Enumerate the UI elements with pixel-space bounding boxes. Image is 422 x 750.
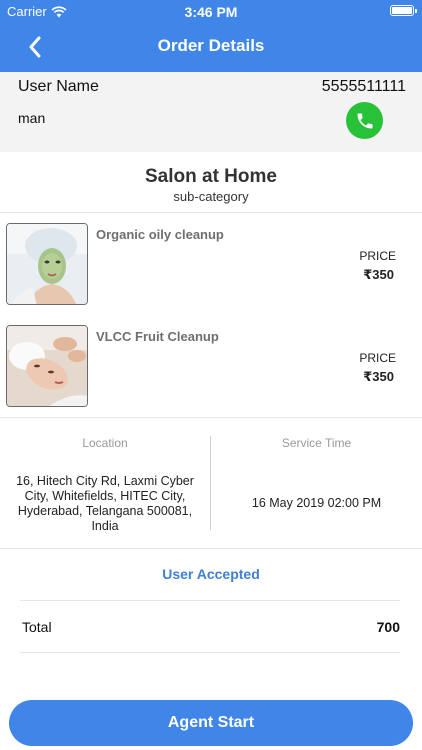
divider bbox=[20, 600, 400, 601]
item-image bbox=[6, 223, 88, 305]
location-address: 16, Hitech City Rd, Laxmi Cyber City, Wh… bbox=[0, 474, 210, 534]
divider bbox=[0, 212, 422, 213]
category-subtitle: sub-category bbox=[173, 189, 249, 204]
location-section: Location 16, Hitech City Rd, Laxmi Cyber… bbox=[0, 418, 210, 548]
nav-bar: Order Details bbox=[0, 22, 422, 72]
category-title: Salon at Home bbox=[145, 166, 277, 187]
list-item[interactable]: VLCC Fruit Cleanup PRICE ₹350 bbox=[0, 325, 422, 409]
battery-group bbox=[390, 5, 417, 16]
chevron-left-icon bbox=[29, 36, 41, 58]
total-value: 700 bbox=[376, 619, 400, 635]
item-name: Organic oily cleanup bbox=[96, 227, 224, 242]
list-item[interactable]: Organic oily cleanup PRICE ₹350 bbox=[0, 223, 422, 307]
address-line: India bbox=[91, 519, 119, 533]
total-label: Total bbox=[22, 619, 52, 635]
item-name: VLCC Fruit Cleanup bbox=[96, 329, 219, 344]
divider bbox=[20, 652, 400, 653]
item-price: ₹350 bbox=[363, 369, 394, 384]
order-status: User Accepted bbox=[162, 566, 260, 582]
location-label: Location bbox=[82, 436, 128, 450]
item-image bbox=[6, 325, 88, 407]
battery-icon bbox=[390, 5, 417, 16]
service-time-label: Service Time bbox=[281, 436, 352, 450]
item-price: ₹350 bbox=[363, 267, 394, 282]
service-time-section: Service Time 16 May 2019 02:00 PM bbox=[211, 418, 422, 548]
address-line: Hyderabad, Telangana 500081, bbox=[17, 504, 193, 518]
address-line: City, Whitefields, HITEC City, bbox=[24, 489, 186, 503]
price-label: PRICE bbox=[359, 249, 396, 263]
address-line: 16, Hitech City Rd, Laxmi Cyber bbox=[16, 474, 194, 488]
status-bar: Carrier 3:46 PM bbox=[0, 0, 422, 22]
price-label: PRICE bbox=[359, 351, 396, 365]
divider bbox=[0, 548, 422, 549]
service-time-value: 16 May 2019 02:00 PM bbox=[251, 496, 382, 510]
call-button[interactable] bbox=[346, 102, 383, 139]
user-name-label: User Name bbox=[18, 78, 99, 95]
phone-icon bbox=[357, 113, 372, 128]
user-name-value: man bbox=[18, 110, 46, 126]
clock: 3:46 PM bbox=[184, 4, 238, 20]
agent-start-button[interactable]: Agent Start bbox=[9, 700, 413, 746]
back-button[interactable] bbox=[22, 34, 48, 60]
user-phone: 5555511111 bbox=[321, 78, 406, 95]
user-card: User Name 5555511111 man bbox=[0, 72, 422, 152]
page-title: Order Details bbox=[157, 36, 265, 55]
